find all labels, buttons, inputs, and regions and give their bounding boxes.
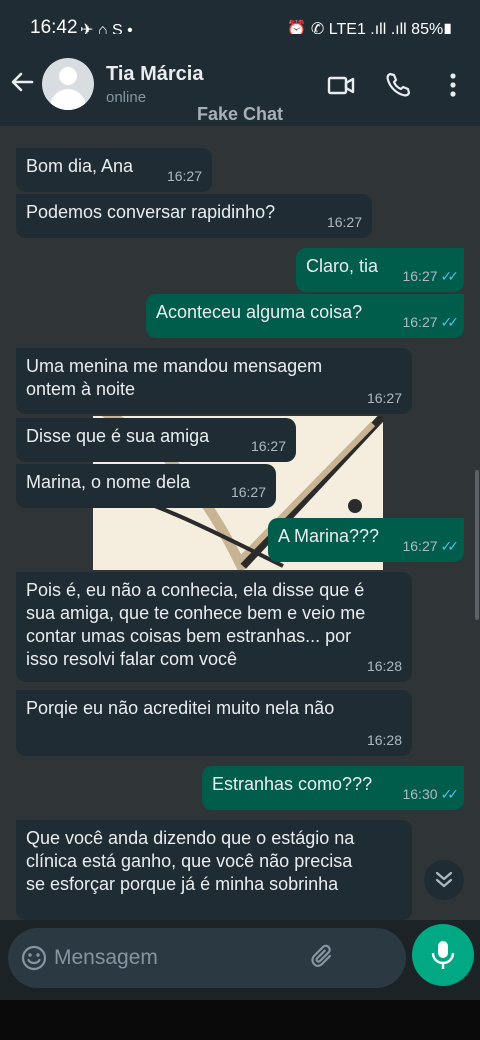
- attach-icon[interactable]: [308, 942, 338, 972]
- message-bubble[interactable]: Claro, tia 16:27 ✓✓: [296, 248, 464, 292]
- message-bubble[interactable]: Que você anda dizendo que o estágio na c…: [16, 820, 412, 920]
- message-time: 16:27: [230, 484, 266, 500]
- system-nav-bar: [0, 1000, 480, 1040]
- message-text: Porqie eu não acreditei muito nela não: [26, 698, 335, 718]
- message-time: 16:27: [402, 538, 438, 554]
- composer: Mensagem: [0, 920, 480, 1000]
- message-placeholder: Mensagem: [54, 946, 158, 969]
- message-text: sua amiga, que te conhece bem e veio me: [26, 603, 366, 623]
- message-time: 16:30: [402, 786, 438, 802]
- message-bubble[interactable]: A Marina??? 16:27 ✓✓: [268, 518, 464, 562]
- message-text: Bom dia, Ana: [26, 156, 134, 176]
- message-text: Claro, tia: [306, 256, 379, 276]
- emoji-icon[interactable]: [20, 944, 48, 972]
- message-bubble[interactable]: Estranhas como??? 16:30 ✓✓: [202, 766, 464, 810]
- status-time: 16:42: [30, 17, 78, 35]
- message-bubble[interactable]: Podemos conversar rapidinho? 16:27: [16, 194, 372, 238]
- message-bubble[interactable]: Uma menina me mandou mensagem ontem à no…: [16, 348, 412, 414]
- chat-area[interactable]: Bom dia, Ana 16:27 Podemos conversar rap…: [0, 126, 480, 920]
- scrollbar[interactable]: [475, 470, 479, 620]
- message-text: Podemos conversar rapidinho?: [26, 202, 276, 222]
- message-time: 16:27: [166, 168, 202, 184]
- message-text: Marina, o nome dela: [26, 472, 191, 492]
- message-text: se esforçar porque já é minha sobrinha: [26, 874, 339, 894]
- contact-name[interactable]: Tia Márcia: [106, 63, 203, 86]
- message-bubble[interactable]: Bom dia, Ana 16:27: [16, 148, 212, 192]
- message-time: 16:27: [250, 438, 286, 454]
- message-input[interactable]: Mensagem: [8, 928, 406, 988]
- message-time: 16:27: [326, 214, 362, 230]
- mic-icon: [431, 941, 455, 969]
- message-text: clínica está ganho, que você não precisa: [26, 851, 353, 871]
- avatar[interactable]: [42, 58, 94, 110]
- message-bubble[interactable]: Marina, o nome dela 16:27: [16, 464, 276, 508]
- read-ticks-icon: ✓✓: [440, 786, 460, 802]
- status-right-icons: ⏰ ✆ LTE1 .ıll .ıll 85%▮: [286, 21, 452, 34]
- message-text: Disse que é sua amiga: [26, 426, 210, 446]
- more-vert-icon[interactable]: [438, 70, 468, 100]
- message-text: contar umas coisas bem estranhas... por: [26, 626, 352, 646]
- message-text: isso resolvi falar com você: [26, 649, 238, 669]
- message-text: A Marina???: [278, 526, 380, 546]
- message-text: Que você anda dizendo que o estágio na: [26, 828, 355, 848]
- message-bubble[interactable]: Pois é, eu não a conhecia, ela disse que…: [16, 572, 412, 682]
- message-text: Pois é, eu não a conhecia, ela disse que…: [26, 580, 365, 600]
- status-left-icons: ✈ ⌂ S •: [80, 22, 133, 34]
- message-time: 16:27: [402, 268, 438, 284]
- scroll-to-bottom-button[interactable]: [424, 860, 464, 900]
- video-call-icon[interactable]: [326, 70, 356, 100]
- double-chevron-down-icon: [435, 871, 453, 888]
- read-ticks-icon: ✓✓: [440, 268, 460, 284]
- read-ticks-icon: ✓✓: [440, 314, 460, 330]
- back-arrow-icon[interactable]: [8, 68, 36, 96]
- message-text: ontem à noite: [26, 379, 136, 399]
- voice-record-button[interactable]: [412, 924, 474, 986]
- message-bubble[interactable]: Disse que é sua amiga 16:27: [16, 418, 296, 462]
- message-text: Aconteceu alguma coisa?: [156, 302, 363, 322]
- message-time: 16:27: [402, 314, 438, 330]
- status-bar: 16:42 ✈ ⌂ S • ⏰ ✆ LTE1 .ıll .ıll 85%▮: [0, 0, 480, 34]
- read-ticks-icon: ✓✓: [440, 538, 460, 554]
- message-time: 16:28: [366, 732, 402, 748]
- message-time: 16:28: [366, 658, 402, 674]
- message-time: 16:27: [366, 390, 402, 406]
- message-bubble[interactable]: Porqie eu não acreditei muito nela não 1…: [16, 690, 412, 756]
- phone-icon[interactable]: [383, 70, 413, 100]
- message-text: Estranhas como???: [212, 774, 373, 794]
- message-text: Uma menina me mandou mensagem: [26, 356, 323, 376]
- message-bubble[interactable]: Aconteceu alguma coisa? 16:27 ✓✓: [146, 294, 464, 338]
- watermark: Fake Chat: [196, 104, 284, 124]
